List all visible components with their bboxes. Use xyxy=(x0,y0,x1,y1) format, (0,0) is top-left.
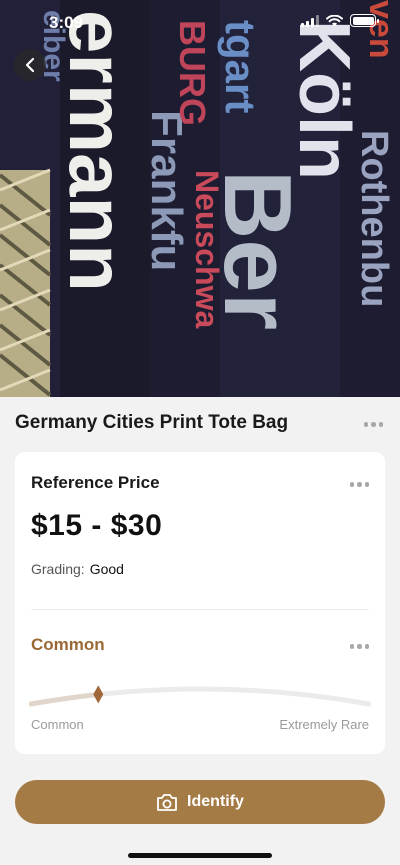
tote-bag-print-photo: ermann Frankfu Neuschwa tgart BURG Ber K… xyxy=(0,0,400,397)
item-photo: ermann Frankfu Neuschwa tgart BURG Ber K… xyxy=(0,0,400,397)
price-more-icon[interactable] xyxy=(349,482,369,487)
price-range: $15 - $30 xyxy=(31,509,163,542)
item-title-row: Germany Cities Print Tote Bag xyxy=(0,397,400,451)
item-title: Germany Cities Print Tote Bag xyxy=(15,412,289,433)
wifi-icon xyxy=(326,14,343,26)
chevron-left-icon xyxy=(25,57,35,73)
cellular-signal-icon xyxy=(301,14,319,27)
scale-min-label: Common xyxy=(31,717,84,732)
grading-label: Grading: xyxy=(31,561,85,577)
svg-text:Frankfu: Frankfu xyxy=(142,110,191,271)
info-card: Reference Price $15 - $30 Grading: Good C… xyxy=(15,452,385,754)
home-indicator xyxy=(128,853,272,858)
camera-icon xyxy=(157,793,177,811)
battery-icon xyxy=(350,14,379,27)
svg-text:Rothenbu: Rothenbu xyxy=(353,130,395,307)
rarity-marker-icon xyxy=(93,685,104,704)
scale-max-label: Extremely Rare xyxy=(279,717,369,732)
reference-price-heading: Reference Price xyxy=(31,473,160,492)
svg-text:Ber: Ber xyxy=(204,170,311,330)
rarity-heading: Common xyxy=(31,635,105,654)
more-options-icon[interactable] xyxy=(363,422,383,427)
identify-label: Identify xyxy=(187,793,244,810)
identify-button[interactable]: Identify xyxy=(15,780,385,824)
grading-row: Grading: Good xyxy=(31,561,124,577)
status-icons xyxy=(301,14,379,27)
status-time: 3:09 xyxy=(49,13,84,32)
rarity-scale xyxy=(29,685,371,707)
status-bar: 3:09 xyxy=(0,0,400,46)
divider xyxy=(31,609,369,610)
rarity-more-icon[interactable] xyxy=(349,644,369,649)
back-button[interactable] xyxy=(14,49,46,81)
grading-value: Good xyxy=(89,561,124,577)
